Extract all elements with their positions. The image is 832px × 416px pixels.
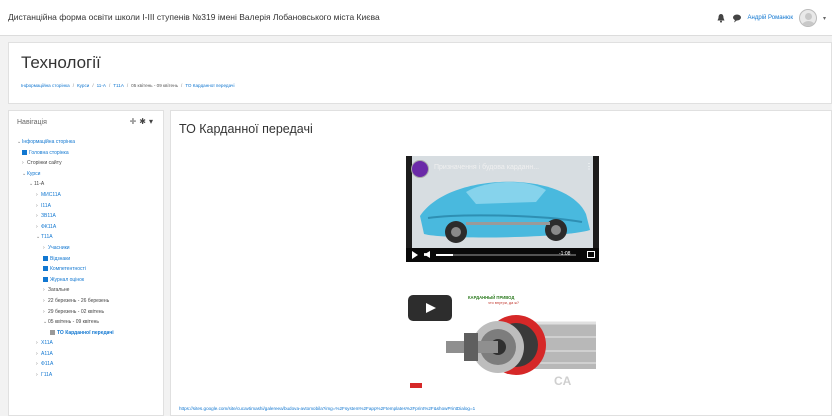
- home-icon: [22, 149, 27, 155]
- nav-item-course[interactable]: › МИС11А: [17, 190, 114, 201]
- nav-item-participants[interactable]: › Учасники: [17, 243, 114, 254]
- nav-item-section[interactable]: › 29 березень - 02 квітень: [17, 307, 114, 318]
- video-controls: -1:08: [406, 248, 599, 262]
- video-progress-bar[interactable]: [436, 254, 576, 256]
- site-name[interactable]: Дистанційна форма освіти школи І-ІІІ сту…: [8, 12, 380, 22]
- nav-item-section[interactable]: › 22 березень - 26 березень: [17, 296, 114, 307]
- breadcrumb-item-current[interactable]: ТО Карданної передачі: [185, 83, 234, 88]
- nav-item-course[interactable]: › І11А: [17, 201, 114, 212]
- animation-subcaption: что внутри, да ж?: [488, 301, 519, 305]
- volume-icon[interactable]: [424, 251, 430, 258]
- nav-item-grades[interactable]: Журнал оцінок: [17, 275, 114, 286]
- page-header: Технології Інформаційна сторінка / Курси…: [8, 42, 832, 104]
- breadcrumb-separator: /: [181, 83, 183, 88]
- play-icon[interactable]: [412, 251, 418, 259]
- video-progress-fill: [436, 254, 453, 256]
- nav-item-site-pages[interactable]: › Сторінки сайту: [17, 158, 114, 169]
- nav-item-general[interactable]: › Загальне: [17, 285, 114, 296]
- block-actions: ✛ ✱ ▾: [130, 117, 153, 126]
- nav-item-course[interactable]: › Х11А: [17, 338, 114, 349]
- add-block-icon[interactable]: ✛: [130, 117, 137, 126]
- embedded-animation[interactable]: CA КАРДАННЫЙ ПРИВОД что внутри, да ж?: [406, 291, 599, 393]
- top-navbar: Дистанційна форма освіти школи І-ІІІ сту…: [0, 0, 832, 36]
- chevron-down-icon[interactable]: ▾: [823, 15, 826, 22]
- breadcrumb-item-home[interactable]: Інформаційна сторінка: [21, 83, 70, 88]
- channel-avatar[interactable]: [411, 160, 429, 178]
- gear-icon[interactable]: ✱: [139, 117, 146, 126]
- avatar[interactable]: [798, 9, 817, 27]
- message-icon[interactable]: [732, 13, 742, 23]
- shield-icon: [43, 255, 48, 261]
- bell-icon[interactable]: [716, 13, 726, 23]
- nav-item-course[interactable]: › Г11А: [17, 370, 114, 381]
- table-icon: [43, 276, 48, 282]
- breadcrumb-item-section[interactable]: 05 квітень - 09 квітень: [131, 83, 178, 88]
- breadcrumb-separator: /: [92, 83, 94, 88]
- breadcrumb-separator: /: [108, 83, 111, 88]
- breadcrumb-separator: /: [72, 83, 74, 88]
- more-options-icon[interactable]: ⋮: [585, 162, 593, 171]
- breadcrumb-item-course[interactable]: Т11А: [113, 83, 124, 88]
- nav-item-course[interactable]: › А11А: [17, 349, 114, 360]
- navigation-tree: ⌄Інформаційна сторінка Головна сторінка …: [17, 137, 114, 381]
- page-content-title: ТО Карданної передачі: [179, 122, 313, 136]
- nav-item-11a[interactable]: ⌄11-А: [17, 179, 114, 190]
- nav-item-page-current[interactable]: ТО Карданної передачі: [17, 328, 114, 339]
- user-name[interactable]: Андрій Романюк: [748, 15, 793, 21]
- page-title: Технології: [21, 53, 101, 72]
- youtube-video-player[interactable]: Призначення і будова карданн... ⋮ -1:08: [406, 156, 599, 262]
- fullscreen-icon[interactable]: [587, 251, 595, 258]
- nav-item-info-page[interactable]: ⌄Інформаційна сторінка: [17, 137, 114, 148]
- page-icon: [50, 329, 55, 335]
- breadcrumb: Інформаційна сторінка / Курси / 11-А / Т…: [21, 83, 234, 88]
- navigation-block: Навігація ✛ ✱ ▾ ⌄Інформаційна сторінка Г…: [8, 110, 164, 416]
- user-menu-area: Андрій Романюк ▾: [716, 8, 826, 28]
- checkbox-icon: [43, 266, 48, 272]
- nav-item-t11a[interactable]: ⌄Т11А: [17, 232, 114, 243]
- nav-item-competencies[interactable]: Компетентності: [17, 264, 114, 275]
- source-link[interactable]: https://sites.google.com/site/cucavtimas…: [179, 406, 475, 411]
- navigation-title: Навігація: [17, 119, 47, 126]
- video-time: -1:08: [559, 251, 571, 257]
- play-button[interactable]: [408, 295, 452, 321]
- nav-item-courses[interactable]: ⌄Курси: [17, 169, 114, 180]
- video-frame: [406, 156, 599, 262]
- nav-item-course[interactable]: › ФК11А: [17, 222, 114, 233]
- video-title[interactable]: Призначення і будова карданн...: [434, 164, 539, 171]
- breadcrumb-separator: /: [126, 83, 129, 88]
- main-content: ТО Карданної передачі Призначення і будо…: [170, 110, 832, 416]
- svg-text:CA: CA: [554, 374, 572, 388]
- nav-item-course[interactable]: › Ф11А: [17, 359, 114, 370]
- nav-item-badges[interactable]: Відзнаки: [17, 254, 114, 265]
- nav-item-home[interactable]: Головна сторінка: [17, 148, 114, 159]
- breadcrumb-item-class[interactable]: 11-А: [97, 83, 106, 88]
- breadcrumb-item-courses[interactable]: Курси: [77, 83, 89, 88]
- chevron-down-icon[interactable]: ▾: [149, 117, 153, 126]
- nav-item-section-current[interactable]: ⌄05 квітень - 09 квітень: [17, 317, 114, 328]
- animation-caption: КАРДАННЫЙ ПРИВОД: [468, 295, 515, 300]
- nav-item-course[interactable]: › ЗВ11А: [17, 211, 114, 222]
